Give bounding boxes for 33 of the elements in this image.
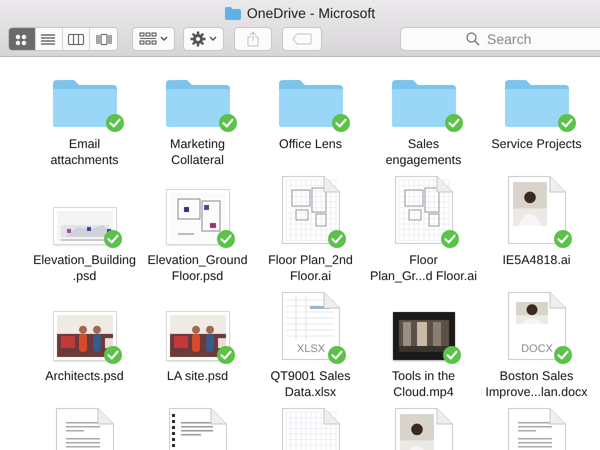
cover-flow-icon [96,32,112,46]
column-view-icon [68,32,84,46]
file-name: IE5A4818.ai [502,252,571,269]
file-name: Floor Plan_2nd Floor.ai [268,252,353,284]
file-name: LA site.psd [166,368,228,385]
caret-icon [160,36,168,42]
action-button[interactable] [183,27,224,51]
window-title: OneDrive - Microsoft [246,5,376,21]
file-name: Elevation_Ground Floor.psd [147,252,248,284]
file-name: Sales engagements [386,136,462,168]
caret-icon [209,36,217,42]
file-name: Architects.psd [45,368,124,385]
share-icon [247,31,259,47]
grid-icon [139,32,157,46]
file-name: Floor Plan_Gr...d Floor.ai [370,252,477,284]
file-name: QT9001 Sales Data.xlsx [270,368,350,400]
folder-icon [224,6,241,20]
list-view-icon [41,32,57,46]
view-button[interactable] [9,28,36,50]
arrange-button[interactable] [132,27,175,51]
gear-icon [190,31,206,47]
search-field[interactable]: Search [400,27,600,51]
file-name: Email attachments [50,136,119,168]
file-name: Boston Sales Improve...lan.docx [485,368,588,400]
file-name: Elevation_Building .psd [33,252,136,284]
document-icon[interactable]: XLSX [282,292,340,360]
tag-icon [292,33,312,45]
file-name: Marketing Collateral [170,136,225,168]
document-icon[interactable]: DOCX [508,292,566,360]
document-icon[interactable] [508,176,566,244]
file-name: Tools in the Cloud.mp4 [392,368,456,400]
file-name: Service Projects [491,136,582,153]
file-name: Office Lens [278,136,342,153]
